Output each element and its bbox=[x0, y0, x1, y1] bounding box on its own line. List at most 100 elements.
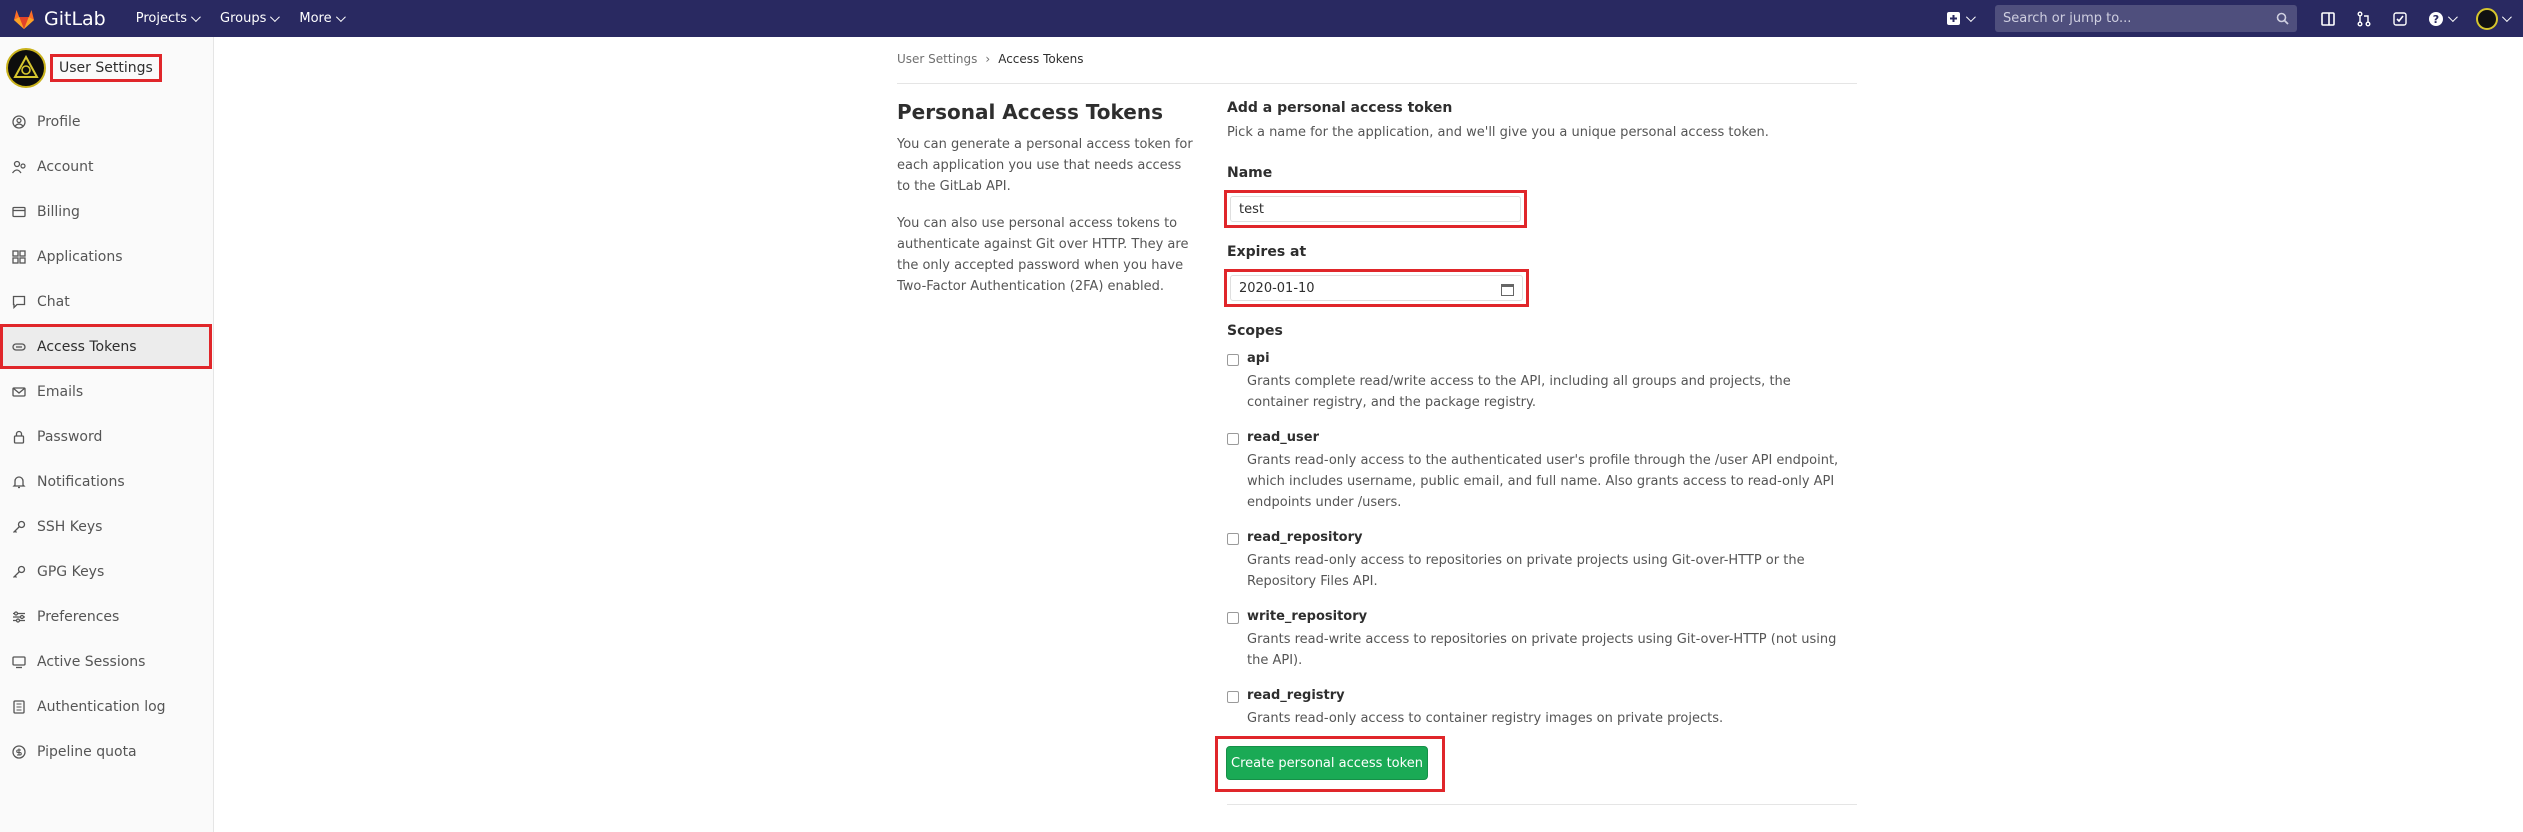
create-token-button[interactable]: Create personal access token bbox=[1226, 746, 1428, 780]
breadcrumb-divider bbox=[897, 83, 1857, 84]
scope-api-checkbox[interactable] bbox=[1227, 354, 1239, 366]
breadcrumb-current[interactable]: Access Tokens bbox=[998, 52, 1083, 66]
sidebar-item-pipeline-quota[interactable]: Pipeline quota bbox=[0, 729, 213, 774]
avatar bbox=[2475, 7, 2498, 30]
sidebar-item-label: Emails bbox=[37, 383, 84, 400]
sidebar-item-account[interactable]: Account bbox=[0, 144, 213, 189]
sidebar-item-label: Password bbox=[37, 428, 103, 445]
nav-projects-dropdown[interactable]: Projects bbox=[135, 11, 201, 26]
search-input[interactable]: Search or jump to... bbox=[1995, 5, 2297, 32]
submit-button-highlight: Create personal access token bbox=[1215, 736, 1445, 792]
sidebar-item-ssh-keys[interactable]: SSH Keys bbox=[0, 504, 213, 549]
sidebar-item-access-tokens[interactable]: Access Tokens bbox=[0, 324, 212, 369]
gitlab-logo-icon bbox=[14, 9, 34, 29]
new-dropdown-button[interactable] bbox=[1947, 12, 1976, 25]
avatar-emblem-icon bbox=[13, 55, 39, 78]
page-title: Personal Access Tokens bbox=[897, 100, 1164, 124]
sidebar-item-active-sessions[interactable]: Active Sessions bbox=[0, 639, 213, 684]
expires-date-field[interactable]: 2020-01-10 bbox=[1230, 275, 1523, 301]
app-name: GitLab bbox=[44, 7, 106, 30]
sidebar-item-billing[interactable]: Billing bbox=[0, 189, 213, 234]
chat-icon bbox=[11, 294, 27, 310]
sidebar-title[interactable]: User Settings bbox=[50, 54, 162, 82]
search-placeholder: Search or jump to... bbox=[2003, 11, 2132, 26]
nav-menu: Projects Groups More bbox=[136, 11, 365, 26]
sidebar-icon bbox=[2321, 11, 2335, 26]
top-navbar: GitLab Projects Groups More Search or ju… bbox=[0, 0, 2523, 37]
sidebar-item-chat[interactable]: Chat bbox=[0, 279, 213, 324]
expires-field-highlight: 2020-01-10 bbox=[1224, 269, 1529, 307]
scope-description: Grants read-only access to repositories … bbox=[1247, 553, 1805, 589]
scope-name: read_registry bbox=[1247, 688, 1345, 703]
billing-icon bbox=[11, 204, 27, 220]
sidebar-item-emails[interactable]: Emails bbox=[0, 369, 213, 414]
chevron-down-icon bbox=[1965, 12, 1976, 23]
form-footer-divider bbox=[1227, 804, 1857, 805]
description-paragraph-1: You can generate a personal access token… bbox=[897, 137, 1193, 194]
help-icon: ? bbox=[2428, 11, 2443, 26]
sidebar-item-label: Access Tokens bbox=[37, 338, 137, 355]
help-dropdown[interactable]: ? bbox=[2421, 11, 2461, 27]
sidebar-item-profile[interactable]: Profile bbox=[0, 99, 213, 144]
sidebar-item-gpg-keys[interactable]: GPG Keys bbox=[0, 549, 213, 594]
breadcrumb-parent-link[interactable]: User Settings bbox=[897, 52, 977, 66]
svg-text:?: ? bbox=[2432, 13, 2438, 26]
scope-read-user-checkbox[interactable] bbox=[1227, 433, 1239, 445]
chevron-down-icon bbox=[190, 12, 201, 23]
token-icon bbox=[11, 339, 27, 355]
scope-write-repository-checkbox[interactable] bbox=[1227, 612, 1239, 624]
scope-description: Grants complete read/write access to the… bbox=[1247, 374, 1791, 410]
scope-read-repository-checkbox[interactable] bbox=[1227, 533, 1239, 545]
preferences-icon bbox=[11, 609, 27, 625]
applications-icon bbox=[11, 249, 27, 265]
user-menu-dropdown[interactable] bbox=[2467, 7, 2517, 30]
sidebar-item-label: GPG Keys bbox=[37, 563, 105, 580]
form-section-title: Add a personal access token bbox=[1227, 100, 1453, 116]
form-section-subtitle: Pick a name for the application, and we'… bbox=[1227, 125, 1769, 140]
sidebar-item-authentication-log[interactable]: Authentication log bbox=[0, 684, 213, 729]
search-icon bbox=[2276, 12, 2289, 25]
sidebar-item-password[interactable]: Password bbox=[0, 414, 213, 459]
scope-name: api bbox=[1247, 351, 1270, 366]
merge-request-icon bbox=[2357, 11, 2371, 26]
name-field[interactable]: test bbox=[1230, 196, 1521, 222]
sidebar-item-label: Account bbox=[37, 158, 94, 175]
sidebar-item-label: SSH Keys bbox=[37, 518, 103, 535]
breadcrumb-separator-icon: › bbox=[985, 52, 991, 66]
chevron-down-icon bbox=[335, 12, 346, 23]
key-icon bbox=[11, 564, 27, 580]
scope-description: Grants read-only access to the authentic… bbox=[1247, 453, 1839, 510]
sidebar-item-preferences[interactable]: Preferences bbox=[0, 594, 213, 639]
scope-description: Grants read-write access to repositories… bbox=[1247, 632, 1837, 668]
settings-sidebar: User Settings Profile Account Billing Ap… bbox=[0, 37, 214, 832]
merge-requests-button[interactable] bbox=[2349, 11, 2379, 27]
page-description: Personal Access Tokens You can generate … bbox=[897, 100, 1197, 313]
user-avatar[interactable] bbox=[6, 48, 46, 88]
lock-icon bbox=[11, 429, 27, 445]
nav-groups-dropdown[interactable]: Groups bbox=[220, 11, 281, 26]
nav-projects-label: Projects bbox=[135, 11, 188, 26]
sidebar-item-label: Notifications bbox=[37, 473, 125, 490]
todos-button[interactable] bbox=[2385, 11, 2415, 27]
scope-name: read_repository bbox=[1247, 530, 1363, 545]
expires-value: 2020-01-10 bbox=[1239, 280, 1315, 296]
gitlab-logo[interactable]: GitLab bbox=[12, 7, 106, 31]
sidebar-item-label: Pipeline quota bbox=[37, 743, 137, 760]
sidebar-item-label: Active Sessions bbox=[37, 653, 146, 670]
scope-name: read_user bbox=[1247, 430, 1320, 445]
sidebar-toggle-button[interactable] bbox=[2313, 11, 2343, 27]
sidebar-item-label: Preferences bbox=[37, 608, 120, 625]
sidebar-item-notifications[interactable]: Notifications bbox=[0, 459, 213, 504]
scope-read-registry-checkbox[interactable] bbox=[1227, 691, 1239, 703]
nav-more-dropdown[interactable]: More bbox=[299, 11, 346, 26]
sidebar-item-applications[interactable]: Applications bbox=[0, 234, 213, 279]
sidebar-item-label: Applications bbox=[37, 248, 123, 265]
name-field-highlight: test bbox=[1224, 190, 1527, 228]
todo-check-icon bbox=[2393, 11, 2407, 26]
nav-more-label: More bbox=[299, 11, 332, 26]
calendar-icon bbox=[1501, 284, 1514, 296]
sidebar-item-label: Profile bbox=[37, 113, 81, 130]
plus-square-icon bbox=[1947, 12, 1960, 25]
sidebar-item-label: Billing bbox=[37, 203, 80, 220]
scope-description: Grants read-only access to container reg… bbox=[1247, 711, 1724, 726]
